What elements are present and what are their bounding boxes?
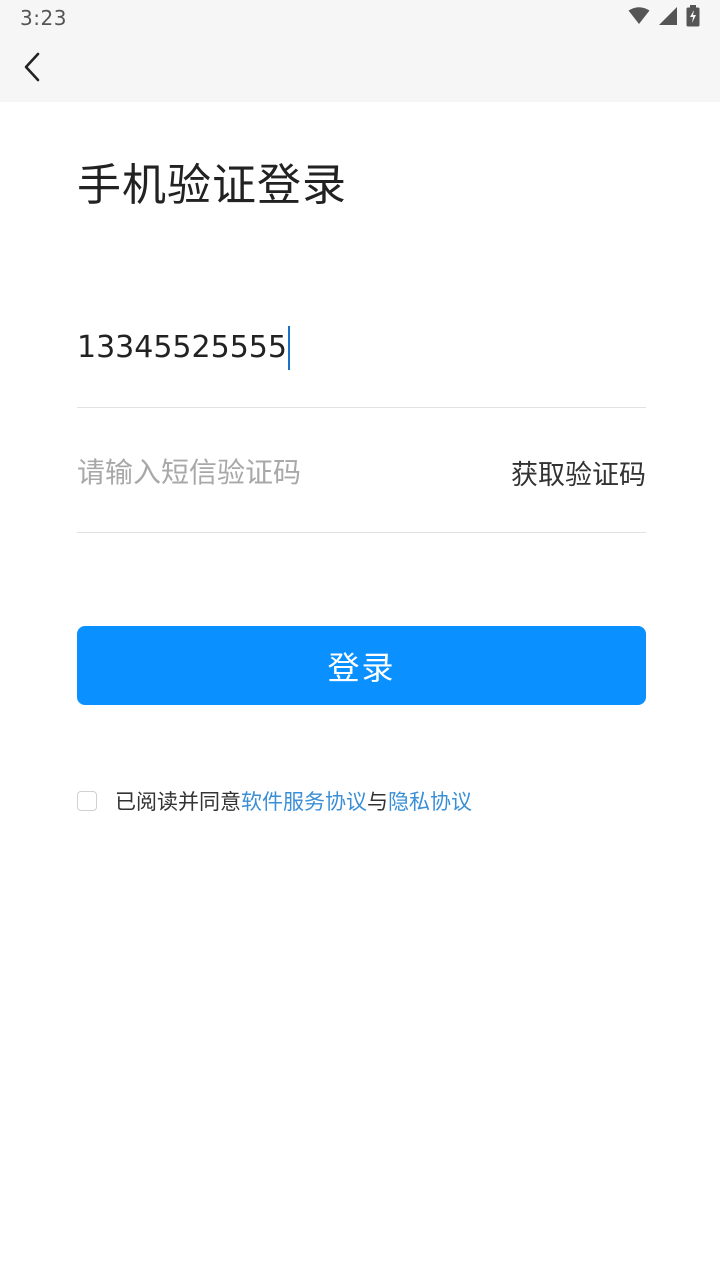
- login-button[interactable]: 登录: [77, 626, 646, 705]
- code-divider: [77, 532, 646, 533]
- page-title: 手机验证登录: [77, 160, 347, 211]
- top-bar: 3:23: [0, 0, 720, 102]
- signal-icon: [658, 6, 678, 30]
- terms-link[interactable]: 软件服务协议: [241, 786, 367, 816]
- phone-divider: [77, 407, 646, 408]
- text-caret: [287, 326, 290, 370]
- wifi-icon: [628, 7, 650, 29]
- agreement-row: 已阅读并同意 软件服务协议与隐私协议: [77, 786, 472, 816]
- agreement-joiner: 与: [367, 790, 388, 814]
- status-icons: [628, 5, 700, 31]
- chevron-left-icon: [23, 52, 43, 86]
- back-button[interactable]: [10, 46, 56, 92]
- code-row: 获取验证码: [77, 444, 646, 500]
- login-screen: 3:23 手机验证登录 13345525555 请输入短信验证码 获取验证码 登…: [0, 0, 720, 1280]
- agreement-prefix: 已阅读并同意: [115, 790, 241, 814]
- battery-charging-icon: [686, 5, 700, 31]
- status-time: 3:23: [20, 6, 67, 30]
- sms-code-input[interactable]: [77, 455, 457, 489]
- phone-input-value[interactable]: 13345525555: [77, 326, 287, 370]
- get-code-button[interactable]: 获取验证码: [511, 453, 646, 492]
- privacy-link[interactable]: 隐私协议: [388, 786, 472, 816]
- phone-field[interactable]: 13345525555: [77, 318, 646, 378]
- agreement-checkbox[interactable]: [77, 791, 97, 811]
